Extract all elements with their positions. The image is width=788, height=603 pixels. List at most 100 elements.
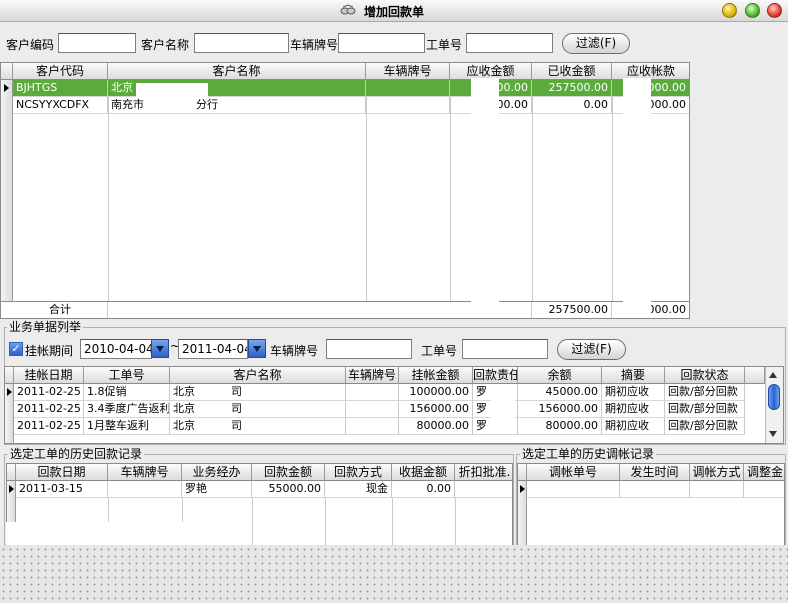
cell-customer[interactable]: 北京 司 [170,418,346,435]
col-post-date[interactable]: 挂帐日期 [14,367,84,384]
cell-customer[interactable]: 北京 司 [170,401,346,418]
col-received[interactable]: 已收金额 [532,63,612,80]
scroll-up-icon[interactable] [769,372,777,378]
date-to-dropdown[interactable] [248,339,266,358]
business-filter-button[interactable]: 过滤(F) [557,339,626,360]
customer-name-input[interactable] [194,33,289,53]
cell-amount[interactable]: 100000.00 [399,384,473,401]
grid-corner [7,464,16,481]
col-plate[interactable]: 车辆牌号 [366,63,450,80]
cell-handler[interactable]: 罗艳 [182,481,252,498]
col-order-no[interactable]: 工单号 [84,367,170,384]
scroll-down-icon[interactable] [769,431,777,437]
cell-code[interactable]: NCSYYXCDFX [13,97,108,114]
col-summary[interactable]: 摘要 [602,367,665,384]
cell-customer-suffix: 司 [231,419,242,432]
cell-date[interactable]: 2011-03-15 [16,481,108,498]
col-discount[interactable]: 折扣批准. [455,464,512,481]
window: 增加回款单 客户编码 客户名称 车辆牌号 工单号 过滤(F) 客户代码 客户名称… [0,0,788,545]
date-from-dropdown[interactable] [151,339,169,358]
close-button[interactable] [767,3,782,18]
cell-adjust-amount[interactable] [744,481,784,498]
cell-amount[interactable]: 55000.00 [252,481,325,498]
cell-date[interactable]: 2011-02-25 [14,384,84,401]
cell-summary[interactable]: 期初应收 [602,401,665,418]
current-row-arrow-icon [9,485,14,493]
date-to-input[interactable]: 2011-04-04 [178,339,248,359]
col-handler[interactable]: 业务经办 [182,464,252,481]
cell-plate[interactable] [108,481,182,498]
cell-amount[interactable]: 80000.00 [399,418,473,435]
col-customer-name[interactable]: 客户名称 [170,367,346,384]
cell-status[interactable]: 回款/部分回款 [665,384,745,401]
order-no-label: 工单号 [426,38,463,52]
cell-balance[interactable]: 156000.00 [518,401,602,418]
cell-summary[interactable]: 期初应收 [602,384,665,401]
col-customer-code[interactable]: 客户代码 [13,63,108,80]
col-adjust-no[interactable]: 调帐单号 [527,464,620,481]
minimize-button[interactable] [722,3,737,18]
cell-discount[interactable] [455,481,512,498]
col-adjust-amount[interactable]: 调整金 [744,464,784,481]
cell-name[interactable]: 南充市 分行 [108,97,366,114]
plate-label: 车辆牌号 [290,38,339,52]
business-plate-input[interactable] [326,339,412,359]
cell-adjust-no[interactable] [527,481,620,498]
col-responsible[interactable]: 回款责任人 [473,367,518,384]
cell-method[interactable]: 现金 [325,481,392,498]
redaction [623,78,651,118]
col-balance[interactable]: 余额 [518,367,602,384]
cell-order[interactable]: 3.4季度广告返利 [84,401,170,418]
customers-grid: 客户代码 客户名称 车辆牌号 应收金额 已收金额 应收帐款 BJHTGS 北京 … [0,62,690,319]
cell-status[interactable]: 回款/部分回款 [665,418,745,435]
customer-code-input[interactable] [58,33,136,53]
date-from-input[interactable]: 2010-04-04 [80,339,152,359]
cell-summary[interactable]: 期初应收 [602,418,665,435]
col-plate[interactable]: 车辆牌号 [108,464,182,481]
cell-balance[interactable]: 80000.00 [518,418,602,435]
col-receipt-amount[interactable]: 收据金额 [392,464,455,481]
cell-customer[interactable]: 北京 司 [170,384,346,401]
cell-plate[interactable] [346,401,399,418]
cell-order[interactable]: 1.8促销 [84,384,170,401]
cell-plate[interactable] [346,384,399,401]
col-occur-time[interactable]: 发生时间 [620,464,690,481]
cell-order[interactable]: 1月整车返利 [84,418,170,435]
cell-code[interactable]: BJHTGS [13,80,108,97]
scrollbar-thumb[interactable] [768,384,780,410]
business-scrollbar[interactable] [765,367,783,443]
grid-corner [5,367,14,384]
filter-button[interactable]: 过滤(F) [562,33,630,54]
cell-plate[interactable] [366,80,450,97]
period-checkbox[interactable]: ✓ [9,342,23,356]
col-payment-date[interactable]: 回款日期 [16,464,108,481]
col-adjust-method[interactable]: 调帐方式 [690,464,744,481]
business-grid: 挂帐日期 工单号 客户名称 车辆牌号 挂帐金额 回款责任人 余额 摘要 回款状态… [4,366,784,444]
col-payment-method[interactable]: 回款方式 [325,464,392,481]
cell-amount[interactable]: 156000.00 [399,401,473,418]
row-indicator-column [1,80,13,318]
col-amount[interactable]: 挂帐金额 [399,367,473,384]
cell-receipt[interactable]: 0.00 [392,481,455,498]
business-order-input[interactable] [462,339,548,359]
cell-received[interactable]: 257500.00 [532,80,612,97]
cell-adjust-method[interactable] [690,481,744,498]
col-status[interactable]: 回款状态 [665,367,745,384]
cell-date[interactable]: 2011-02-25 [14,401,84,418]
current-row-arrow-icon [520,485,525,493]
col-payment-amount[interactable]: 回款金额 [252,464,325,481]
col-customer-name[interactable]: 客户名称 [108,63,366,80]
cell-occur-time[interactable] [620,481,690,498]
cell-status[interactable]: 回款/部分回款 [665,401,745,418]
cell-plate[interactable] [366,97,450,114]
col-plate[interactable]: 车辆牌号 [346,367,399,384]
customer-name-label: 客户名称 [141,38,190,52]
plate-input[interactable] [338,33,425,53]
cell-received[interactable]: 0.00 [532,97,612,114]
zoom-button[interactable] [745,3,760,18]
cell-date[interactable]: 2011-02-25 [14,418,84,435]
title-bar: 增加回款单 [0,0,788,22]
order-no-input[interactable] [466,33,553,53]
cell-balance[interactable]: 45000.00 [518,384,602,401]
cell-plate[interactable] [346,418,399,435]
